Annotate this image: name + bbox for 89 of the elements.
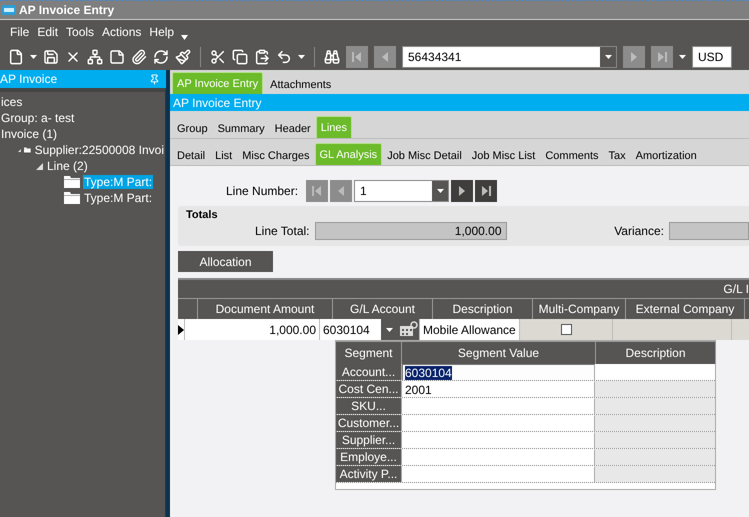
sub-tab[interactable]: Tax xyxy=(604,145,631,165)
last-line-button[interactable] xyxy=(475,180,498,202)
tree-item[interactable]: Group: a- test xyxy=(0,111,76,125)
last-icon xyxy=(480,185,492,197)
section-tab[interactable]: Header xyxy=(270,118,316,138)
undo-icon[interactable] xyxy=(276,49,292,65)
tree-item[interactable]: Supplier:22500008 Invoi xyxy=(34,143,165,157)
window-title: AP Invoice Entry xyxy=(19,3,114,17)
panel-title: AP Invoice xyxy=(0,72,58,86)
table-cell: 1,000.00 xyxy=(185,319,320,340)
expander-icon[interactable] xyxy=(18,146,21,154)
row-header-cell xyxy=(178,298,198,319)
document-tab[interactable]: Attachments xyxy=(265,74,336,94)
folder-icon xyxy=(64,176,80,188)
segment-label: Account... xyxy=(336,364,402,380)
caret-icon[interactable] xyxy=(181,34,188,40)
caret-icon xyxy=(436,189,444,193)
tree-item[interactable]: ices xyxy=(0,95,24,109)
expander-icon[interactable] xyxy=(36,162,43,170)
tree-item[interactable]: Type:M Part: xyxy=(83,191,154,205)
menu-item[interactable]: Actions xyxy=(98,25,146,39)
line-total-field: 1,000.00 xyxy=(314,222,506,240)
allocation-button[interactable]: Allocation xyxy=(178,251,273,272)
segment-label: Supplier... xyxy=(336,432,402,448)
column-header: Description xyxy=(596,341,716,364)
section-tab[interactable]: Group xyxy=(172,118,213,138)
search-icon[interactable] xyxy=(324,49,340,65)
new-document-icon[interactable] xyxy=(8,49,24,65)
caret-icon xyxy=(604,55,612,59)
copy-icon[interactable] xyxy=(232,49,248,65)
account-field[interactable]: 6030104 xyxy=(320,319,420,340)
segment-label: Activity P... xyxy=(336,466,402,482)
caret-icon xyxy=(298,55,305,59)
refresh-icon[interactable] xyxy=(153,49,169,65)
first-line-button[interactable] xyxy=(306,180,328,202)
sub-tab[interactable]: Job Misc List xyxy=(466,145,540,165)
sub-tab[interactable]: Comments xyxy=(540,145,604,165)
line-number-field[interactable]: 1 xyxy=(354,180,450,202)
caret-icon xyxy=(386,328,392,332)
menu-item[interactable]: Help xyxy=(145,25,178,39)
folder-icon xyxy=(64,192,80,204)
sub-tab[interactable]: Amortization xyxy=(630,145,702,165)
column-header[interactable]: Multi-Company xyxy=(533,298,626,319)
menu-item[interactable]: File xyxy=(6,25,34,39)
sub-tab[interactable]: Job Misc Detail xyxy=(382,145,467,165)
next-line-button[interactable] xyxy=(451,180,474,202)
save-icon[interactable] xyxy=(43,49,59,65)
last-icon xyxy=(656,51,668,63)
sub-tab[interactable]: List xyxy=(210,145,238,165)
caret-icon xyxy=(679,55,686,59)
segment-label: Customer... xyxy=(336,415,402,431)
checkbox[interactable] xyxy=(560,324,572,335)
sub-tab[interactable]: Detail xyxy=(172,145,210,165)
column-header: Segment xyxy=(336,341,402,364)
line-number-label: Line Number: xyxy=(226,184,298,198)
segment-label: Cost Cen... xyxy=(336,381,402,397)
currency-field[interactable]: USD xyxy=(692,46,732,68)
cut-icon[interactable] xyxy=(210,49,226,65)
paste-icon[interactable] xyxy=(254,49,270,65)
form-header: AP Invoice Entry xyxy=(170,94,749,111)
grid-band: G/L I xyxy=(178,278,749,298)
tree-item[interactable]: Line (2) xyxy=(46,159,89,173)
caret-icon xyxy=(30,55,37,59)
totals-title: Totals xyxy=(186,209,219,221)
sub-tab[interactable]: Misc Charges xyxy=(237,145,314,165)
app-icon xyxy=(2,4,16,16)
hierarchy-icon[interactable] xyxy=(87,49,103,65)
brush-icon[interactable] xyxy=(175,49,191,65)
line-total-label: Line Total: xyxy=(255,224,310,238)
table-cell: Mobile Allowance xyxy=(420,319,520,340)
paperclip-icon[interactable] xyxy=(131,49,147,65)
variance-label: Variance: xyxy=(614,224,664,238)
segment-label: SKU... xyxy=(336,398,402,414)
column-header[interactable]: External Company xyxy=(626,298,745,319)
first-icon xyxy=(351,51,363,63)
previous-line-button[interactable] xyxy=(330,180,352,202)
column-header[interactable]: Document Amount xyxy=(198,298,333,319)
column-header[interactable]: G/L Account xyxy=(333,298,433,319)
section-tab[interactable]: Summary xyxy=(212,118,270,138)
tree-item[interactable]: Invoice (1) xyxy=(0,127,58,141)
note-icon[interactable] xyxy=(109,49,125,65)
first-icon xyxy=(311,185,324,197)
menu-item[interactable]: Tools xyxy=(62,25,98,39)
record-field[interactable]: 56434341 xyxy=(402,46,617,68)
menu-item[interactable]: Edit xyxy=(33,25,62,39)
segment-value-field[interactable]: 6030104 xyxy=(402,364,595,380)
column-header[interactable]: Description xyxy=(433,298,533,319)
segment-label: Employe... xyxy=(336,449,402,465)
column-header: Segment Value xyxy=(402,341,596,364)
